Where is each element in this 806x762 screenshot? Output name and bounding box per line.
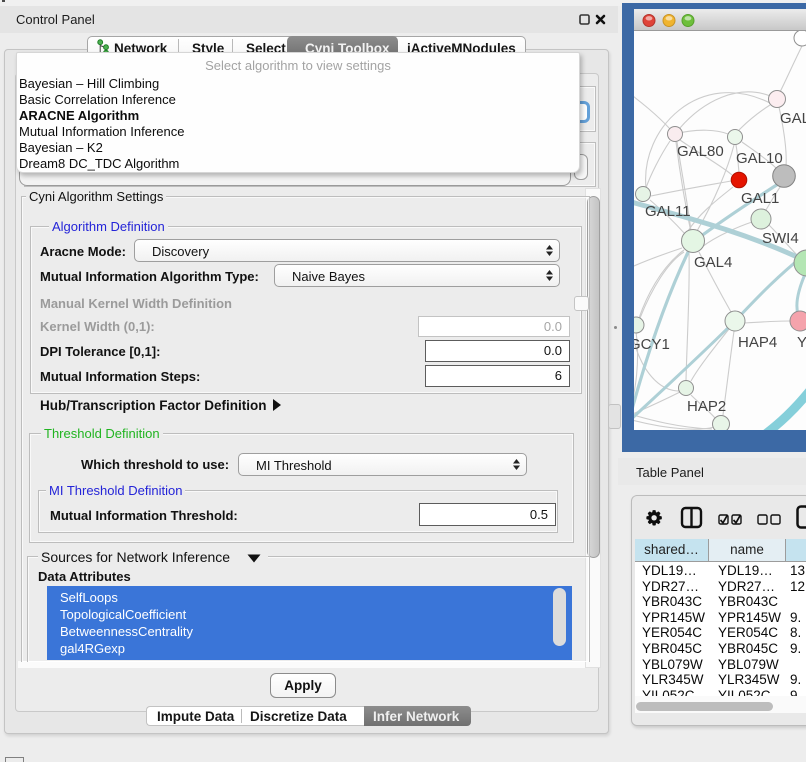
svg-text:GAL1: GAL1	[741, 190, 779, 207]
svg-text:HAP2: HAP2	[687, 398, 726, 415]
svg-text:SWI4: SWI4	[762, 230, 799, 247]
svg-text:GCY1: GCY1	[634, 336, 670, 353]
svg-text:YD: YD	[797, 334, 806, 351]
svg-text:GAL10: GAL10	[736, 150, 783, 167]
svg-text:GAL11: GAL11	[645, 203, 691, 220]
svg-text:GAL4: GAL4	[694, 254, 732, 271]
svg-text:HAP4: HAP4	[738, 334, 777, 351]
svg-text:GAL80: GAL80	[677, 143, 724, 160]
svg-text:GAL7: GAL7	[780, 110, 806, 127]
